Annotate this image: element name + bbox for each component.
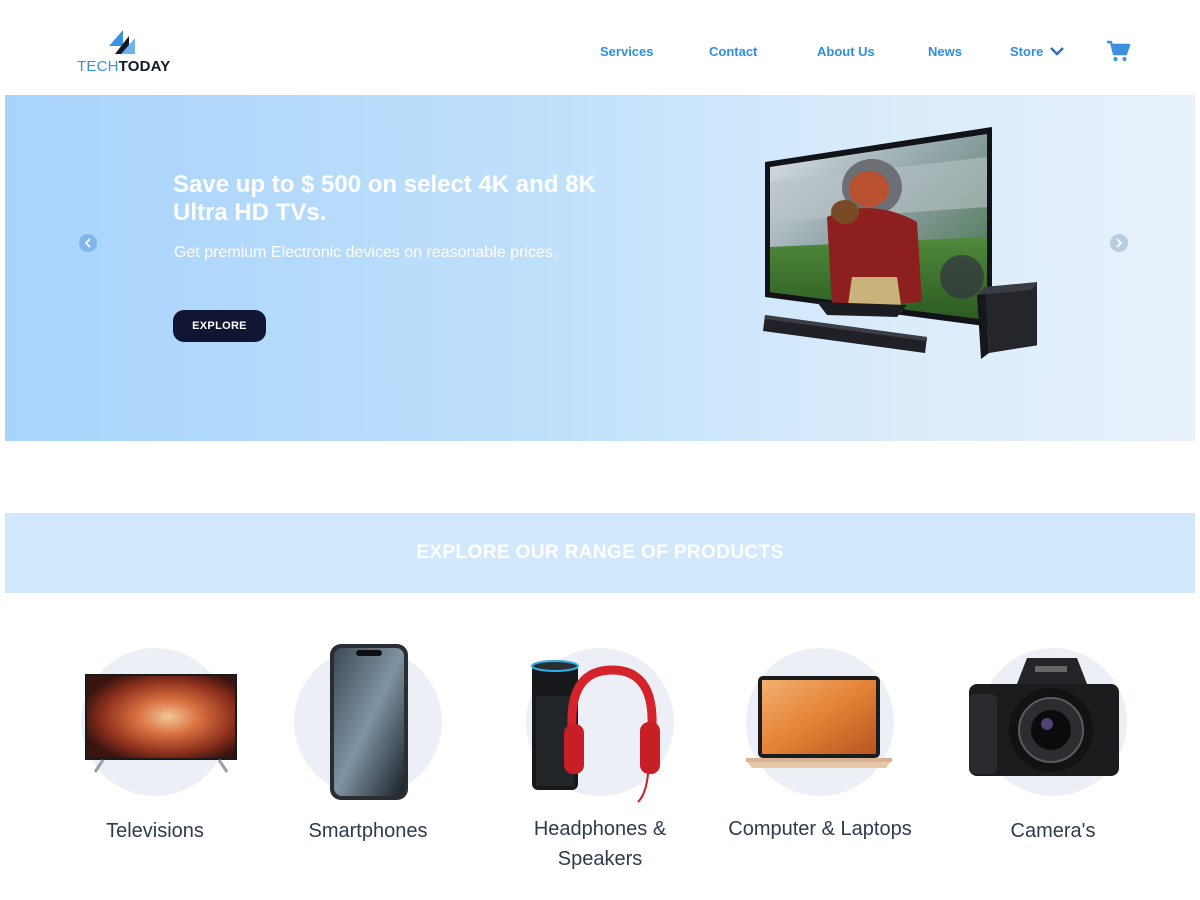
- product-label: Televisions: [106, 820, 204, 842]
- product-category-cameras[interactable]: Camera's: [943, 640, 1163, 880]
- shopping-cart-icon[interactable]: [1106, 40, 1130, 62]
- hero-subtitle: Get premium Electronic devices on reason…: [174, 244, 558, 261]
- nav-store-dropdown[interactable]: Store: [1010, 44, 1064, 59]
- chevron-down-icon: [1050, 46, 1064, 56]
- television-image: [85, 674, 237, 773]
- product-category-headphones-speakers[interactable]: Headphones & Speakers: [490, 640, 710, 880]
- explore-button[interactable]: EXPLORE: [173, 310, 266, 342]
- nav-about-link[interactable]: About Us: [817, 44, 875, 59]
- smartphone-image: [330, 644, 408, 800]
- product-category-computers-laptops[interactable]: Computer & Laptops: [710, 640, 930, 880]
- carousel-prev-button[interactable]: [79, 234, 97, 252]
- headphones-speaker-image: [531, 660, 660, 803]
- chevron-right-icon: [1116, 238, 1123, 248]
- nav-services-link[interactable]: Services: [600, 44, 654, 59]
- product-category-smartphones[interactable]: Smartphones: [258, 640, 478, 880]
- tv-soundbar-image: [763, 127, 1037, 359]
- nav-news-link[interactable]: News: [928, 44, 962, 59]
- nav-contact-link[interactable]: Contact: [709, 44, 757, 59]
- product-label: Camera's: [1010, 820, 1096, 842]
- camera-image: [969, 658, 1119, 776]
- hero-title: Save up to $ 500 on select 4K and 8K Ult…: [173, 171, 596, 226]
- product-label: Smartphones: [308, 820, 428, 842]
- carousel-next-button[interactable]: [1110, 234, 1128, 252]
- hero-banner: Save up to $ 500 on select 4K and 8K Ult…: [5, 95, 1195, 441]
- product-label: Headphones & Speakers: [533, 818, 667, 870]
- product-category-televisions[interactable]: Televisions: [45, 640, 265, 880]
- main-nav: Services Contact About Us News Store: [0, 44, 1200, 64]
- product-label: Computer & Laptops: [728, 818, 912, 840]
- products-section-title: EXPLORE OUR RANGE OF PRODUCTS: [416, 542, 784, 563]
- laptop-image: [746, 676, 892, 768]
- chevron-left-icon: [84, 238, 91, 248]
- products-section-banner: EXPLORE OUR RANGE OF PRODUCTS: [5, 513, 1195, 593]
- nav-store-label: Store: [1010, 44, 1044, 59]
- site-header: TECHTODAY Services Contact About Us News…: [0, 0, 1200, 95]
